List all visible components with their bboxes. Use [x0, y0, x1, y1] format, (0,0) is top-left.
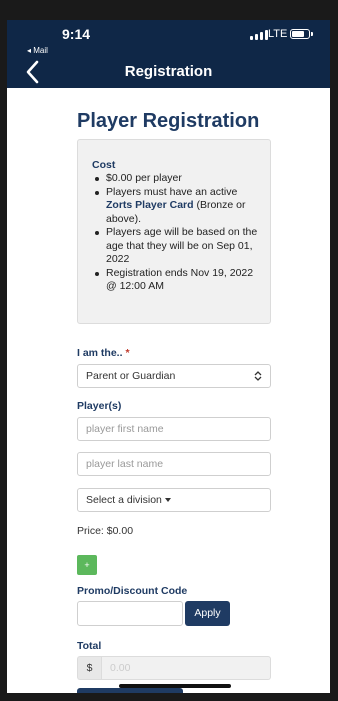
list-item: Players age will be based on the age tha… [95, 226, 262, 267]
cost-info-list: $0.00 per player Players must have an ac… [92, 172, 262, 294]
nav-title: Registration [124, 63, 213, 80]
device-frame-right [330, 0, 338, 701]
cost-label: Cost [92, 159, 116, 171]
total-label: Total [77, 640, 102, 652]
page-title: Player Registration [77, 110, 260, 132]
role-select-value: Parent or Guardian [86, 370, 176, 382]
promo-label: Promo/Discount Code [77, 585, 188, 597]
list-item: Players must have an active Zorts Player… [95, 185, 262, 227]
player-last-name-input[interactable]: player last name [77, 452, 271, 476]
status-time: 9:14 [62, 26, 91, 42]
player-first-name-input[interactable]: player first name [77, 417, 271, 441]
cost-info-box: Cost $0.00 per player Players must have … [77, 139, 271, 324]
currency-addon: $ [77, 656, 101, 680]
caret-down-icon [164, 498, 171, 503]
apply-button[interactable]: Apply [185, 601, 230, 626]
price-text: Price: $0.00 [77, 525, 134, 537]
device-frame-left [0, 0, 7, 701]
status-bar: 9:14 ◂ Mail LTE [7, 20, 330, 56]
list-item: Registration ends Nov 19, 2022 @ 12:00 A… [95, 266, 262, 294]
total-field: $ 0.00 [77, 656, 271, 680]
role-label: I am the.. * [77, 347, 130, 359]
battery-tip [311, 32, 313, 36]
registration-end-text: Registration ends Nov 19, 2022 @ 12:00 A… [106, 266, 254, 293]
device-frame-bottom [0, 693, 338, 701]
role-select[interactable]: Parent or Guardian [77, 364, 271, 388]
add-player-button[interactable]: + [77, 555, 97, 575]
price-per-player: $0.00 per player [106, 172, 182, 184]
players-label: Player(s) [77, 400, 122, 412]
division-dropdown-label: Select a division [86, 494, 162, 506]
list-item: $0.00 per player [95, 172, 262, 186]
card-text-before: Players must have an active [106, 185, 238, 198]
total-input: 0.00 [101, 656, 271, 680]
zorts-player-card-link[interactable]: Zorts Player Card [106, 199, 194, 211]
signal-icon [250, 30, 268, 40]
home-indicator[interactable] [119, 684, 231, 688]
registration-content[interactable]: Player Registration Cost $0.00 per playe… [7, 88, 330, 693]
network-type: LTE [268, 28, 288, 40]
age-rule-text: Players age will be based on the age tha… [106, 226, 258, 265]
division-dropdown[interactable]: Select a division [77, 488, 271, 512]
role-label-text: I am the.. [77, 347, 123, 359]
required-marker: * [125, 347, 130, 359]
back-to-mail-link[interactable]: ◂ Mail [27, 46, 48, 55]
device-frame-top [0, 0, 338, 20]
nav-bar: Registration [7, 56, 330, 88]
select-arrows-icon [254, 371, 262, 381]
battery-icon [290, 29, 310, 39]
submit-button-partial[interactable] [77, 688, 183, 693]
promo-code-input[interactable] [77, 601, 183, 626]
